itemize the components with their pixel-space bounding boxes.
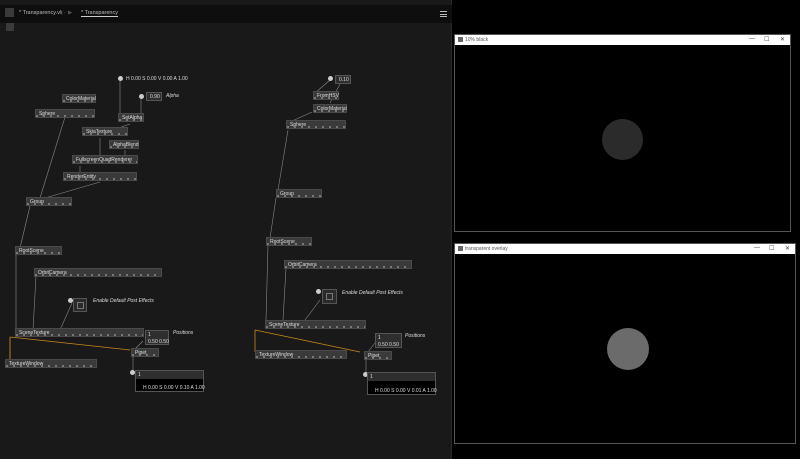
window-title: 10% black	[465, 37, 489, 43]
post-effects-toggle[interactable]	[73, 298, 87, 312]
node-group-left[interactable]: Group	[26, 197, 72, 206]
node-texturewindow-right[interactable]: TextureWindow	[255, 350, 347, 359]
value-iobox-value: 0.10	[339, 77, 349, 83]
post-effects-label: Enable Default Post Effects	[93, 298, 154, 304]
value-iobox-pin[interactable]	[328, 76, 333, 81]
node-renderentity[interactable]: RenderEntity	[63, 172, 137, 181]
node-scenetexture-right[interactable]: SceneTexture	[265, 320, 366, 329]
post-effects-label-right: Enable Default Post Effects	[342, 290, 403, 296]
render-window-10-black[interactable]: 10% black — ☐ ✕	[454, 34, 791, 232]
patch-editor: * Transparency.vl ◀ - ▶ * Transparency H…	[0, 0, 452, 459]
node-setalpha[interactable]: SetAlpha	[118, 113, 144, 122]
node-fromhsv[interactable]: FromHSV	[313, 91, 339, 100]
window-app-icon	[458, 246, 463, 251]
node-sphere-left[interactable]: Sphere	[35, 109, 95, 118]
window-titlebar[interactable]: 10% black — ☐ ✕	[455, 35, 790, 45]
window-app-icon	[458, 37, 463, 42]
alpha-value: 0.90	[150, 94, 160, 100]
result-value: H 0.00 S 0.00 V 0.10 A 1.00	[143, 385, 205, 391]
positions-count: 1	[148, 332, 151, 338]
positions-value: 0.50 0.50	[148, 339, 169, 345]
node-orbitcamera-right[interactable]: OrbitCamera	[284, 260, 412, 269]
value-iobox[interactable]: 0.10	[335, 75, 351, 84]
node-pipet-right[interactable]: Pipet	[364, 351, 392, 360]
node-orbitcamera-left[interactable]: OrbitCamera	[34, 268, 162, 277]
minimize-button[interactable]: —	[754, 245, 760, 251]
node-skiatexture[interactable]: SkiaTexture	[82, 127, 128, 136]
minimize-button[interactable]: —	[749, 36, 755, 42]
maximize-button[interactable]: ☐	[769, 245, 774, 252]
result-count: 1	[138, 372, 141, 378]
node-group-right[interactable]: Group	[276, 189, 322, 198]
positions-label-right: Positions	[405, 333, 426, 339]
node-scenetexture-left[interactable]: SceneTexture	[15, 328, 144, 337]
node-rootscene-right[interactable]: RootScene	[266, 237, 312, 246]
positions-label-left: Positions	[173, 330, 194, 336]
positions-iobox-right[interactable]: 1 0.50 0.50	[375, 333, 402, 348]
post-effects-toggle-right[interactable]	[322, 289, 337, 304]
sphere-render	[602, 119, 643, 160]
alpha-iobox[interactable]: 0.90	[146, 92, 162, 101]
node-rootscene-left[interactable]: RootScene	[15, 246, 62, 255]
positions-count: 1	[378, 335, 381, 341]
result-iobox-left[interactable]: 1 H 0.00 S 0.00 V 0.10 A 1.00	[135, 370, 205, 392]
alpha-label: Alpha	[166, 93, 179, 99]
node-colormaterial-left[interactable]: ColorMaterial	[62, 94, 96, 103]
window-titlebar[interactable]: transparent overlay — ☐ ✕	[455, 244, 795, 254]
render-window-transparent-overlay[interactable]: transparent overlay — ☐ ✕	[454, 243, 796, 444]
close-button[interactable]: ✕	[780, 36, 785, 43]
node-alphablend[interactable]: AlphaBlend	[109, 140, 139, 149]
window-title: transparent overlay	[465, 246, 508, 252]
node-pipet-left[interactable]: Pipet	[131, 348, 159, 357]
node-sphere-right[interactable]: Sphere	[286, 120, 346, 129]
result-count: 1	[370, 374, 373, 380]
result-value: H 0.00 S 0.00 V 0.01 A 1.00	[375, 388, 437, 394]
node-colormaterial-right[interactable]: ColorMaterial	[313, 104, 347, 113]
positions-value: 0.50 0.50	[378, 342, 399, 348]
close-button[interactable]: ✕	[785, 245, 790, 252]
color-iobox-value[interactable]: H 0.00 S 0.00 V 0.00 A 1.00	[126, 76, 188, 82]
positions-iobox-left[interactable]: 1 0.50 0.50	[145, 330, 169, 345]
sphere-render	[607, 328, 649, 370]
alpha-iobox-pin[interactable]	[139, 94, 144, 99]
node-texturewindow-left[interactable]: TextureWindow	[5, 359, 97, 368]
post-effects-pin-right[interactable]	[316, 289, 321, 294]
color-iobox-pin[interactable]	[118, 76, 123, 81]
node-fullscreenquadrenderer[interactable]: FullscreenQuadRenderer	[72, 155, 138, 164]
maximize-button[interactable]: ☐	[764, 36, 769, 43]
result-iobox-right[interactable]: 1 H 0.00 S 0.00 V 0.01 A 1.00	[367, 372, 437, 395]
